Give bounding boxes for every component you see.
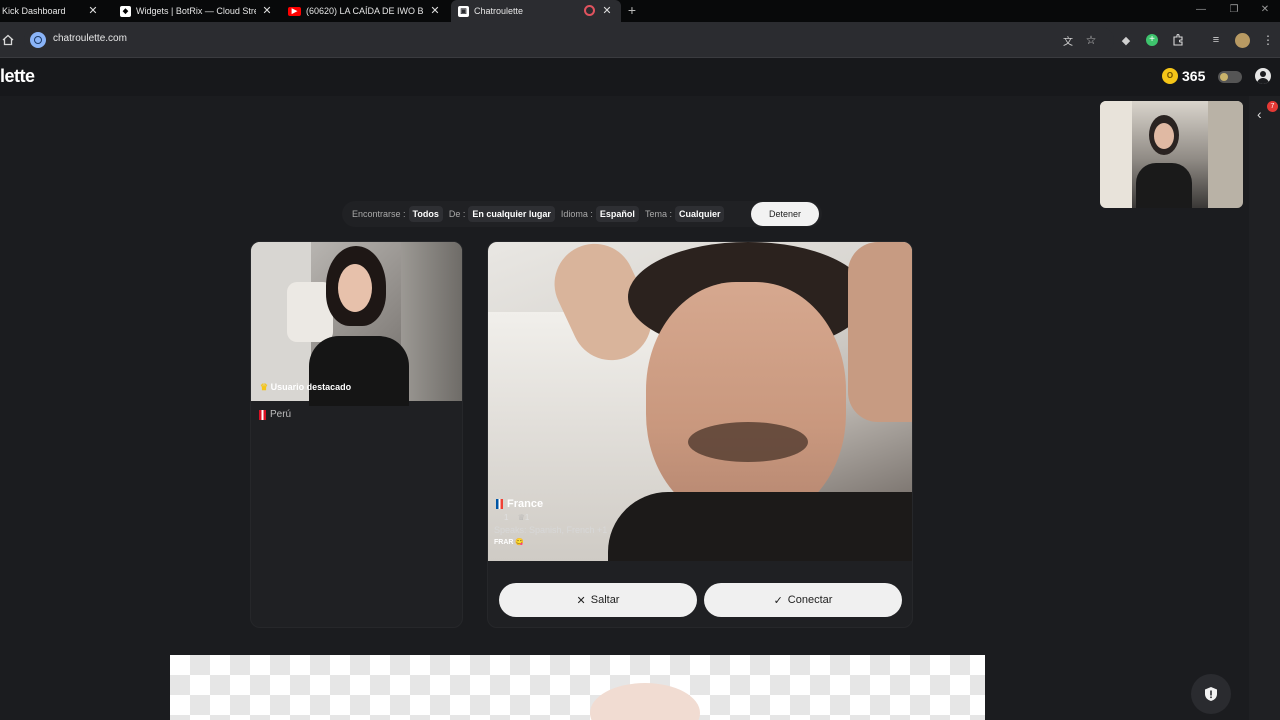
close-icon[interactable]: ✕ [260, 4, 274, 18]
profile-avatar-icon[interactable] [1232, 30, 1252, 50]
connect-button[interactable]: ✓ Conectar [704, 583, 902, 617]
skip-label: Saltar [590, 594, 620, 606]
chevron-left-icon[interactable]: ‹ [1257, 106, 1262, 122]
language-label: Idioma : [560, 209, 593, 219]
topic-label: Tema : [644, 209, 672, 219]
close-icon[interactable]: ✕ [86, 4, 100, 18]
language-filter[interactable]: Español [595, 206, 639, 222]
crown-icon: ♛ [260, 382, 269, 392]
notification-badge: 7 [1267, 101, 1278, 112]
coin-icon: O [1162, 68, 1178, 84]
restore-icon[interactable]: ❐ [1219, 0, 1249, 22]
browser-tab-strip: Kick Dashboard ✕ ◆ Widgets | BotRix — Cl… [0, 0, 1280, 22]
close-icon[interactable]: ✕ [428, 4, 442, 18]
chatroulette-icon: ▣ [458, 5, 469, 17]
tab-chatroulette[interactable]: ▣ Chatroulette ✕ [451, 0, 621, 22]
url-text: chatroulette.com [53, 33, 127, 44]
stop-button[interactable]: Detener [751, 202, 819, 226]
tab-label: Kick Dashboard [2, 6, 66, 16]
close-icon[interactable]: ✕ [600, 4, 614, 18]
peru-flag-icon [259, 409, 266, 420]
close-window-icon[interactable]: ✕ [1250, 0, 1280, 22]
site-header: lette O 365 [0, 58, 1280, 96]
match-filter-bar: Encontrarse : Todos De : En cualquier lu… [342, 201, 822, 227]
media-control-icon[interactable]: ≡ [1206, 30, 1226, 50]
tab-youtube[interactable]: ▶ (60620) LA CAÍDA DE IWO BEJA ✕ [282, 0, 446, 22]
country-text: Perú [270, 409, 292, 420]
match-languages: Speaks: Spanish, French +1 [494, 525, 608, 535]
home-icon[interactable] [0, 30, 18, 50]
featured-user-label: ♛ Usuario destacado [260, 382, 351, 393]
theme-toggle[interactable] [1218, 71, 1242, 83]
match-card: France 1 ♕1 Speaks: Spanish, French +1 F… [487, 241, 913, 628]
encounter-filter[interactable]: Todos [408, 206, 443, 222]
encounter-label: Encontrarse : [352, 209, 406, 219]
location-filter[interactable]: En cualquier lugar [468, 206, 555, 222]
preview-image [590, 683, 700, 720]
browser-toolbar: chatroulette.com 文 ☆ ◆ + ≡ ⋮ [0, 22, 1280, 58]
self-camera-preview [1100, 101, 1243, 208]
emoji-icon: 😋 [515, 539, 525, 546]
shield-icon [1205, 687, 1217, 701]
match-stats: 1 ♕1 [504, 513, 607, 522]
site-info-icon[interactable] [30, 32, 46, 48]
star-icon[interactable]: ☆ [1081, 30, 1101, 50]
extensions-puzzle-icon[interactable] [1168, 30, 1188, 50]
tab-label: Widgets | BotRix — Cloud Strea [136, 6, 256, 16]
site-logo[interactable]: lette [0, 66, 35, 87]
right-sidebar-rail [1249, 96, 1280, 720]
translate-icon[interactable]: 文 [1058, 30, 1078, 50]
badge-count: 1 [524, 513, 530, 522]
extension-diamond-icon[interactable]: ◆ [1116, 30, 1136, 50]
next-profile-preview [170, 655, 985, 720]
extension-green-icon[interactable]: + [1142, 30, 1162, 50]
skip-button[interactable]: ✕ Saltar [499, 583, 697, 617]
tab-botrix[interactable]: ◆ Widgets | BotRix — Cloud Strea ✕ [112, 0, 280, 22]
featured-user-text: Usuario destacado [270, 382, 352, 392]
match-tag: FRAR 😋 [494, 538, 607, 546]
from-label: De : [448, 209, 466, 219]
check-icon: ✓ [773, 594, 783, 607]
coin-count: 365 [1182, 68, 1206, 84]
badge-icon: ♕ [517, 513, 525, 522]
tab-kick-dashboard[interactable]: Kick Dashboard ✕ [0, 0, 108, 22]
tab-label: (60620) LA CAÍDA DE IWO BEJA [306, 6, 424, 16]
address-bar[interactable]: chatroulette.com [24, 27, 1114, 53]
coin-balance[interactable]: O 365 [1162, 68, 1205, 84]
topic-filter[interactable]: Cualquier [674, 206, 725, 222]
country-text: France [507, 498, 544, 510]
botrix-icon: ◆ [120, 5, 131, 17]
likes-count: 1 [504, 513, 509, 522]
minimize-icon[interactable]: — [1186, 0, 1216, 22]
featured-user-card[interactable]: ♛ Usuario destacado Perú [250, 241, 463, 628]
browser-menu-icon[interactable]: ⋮ [1258, 30, 1278, 50]
youtube-icon: ▶ [288, 6, 301, 16]
recording-icon [584, 5, 595, 16]
match-country: France [496, 498, 607, 510]
featured-user-country: Perú [259, 409, 291, 420]
featured-user-photo [251, 242, 462, 406]
close-icon: ✕ [576, 594, 586, 607]
france-flag-icon [496, 499, 503, 509]
tag-text: FRAR [494, 539, 514, 546]
match-user-info: France 1 ♕1 Speaks: Spanish, French +1 F… [494, 498, 607, 546]
tab-label: Chatroulette [474, 6, 524, 16]
new-tab-icon[interactable]: + [624, 2, 640, 18]
user-account-icon[interactable] [1255, 68, 1271, 84]
safety-shield-button[interactable] [1191, 674, 1231, 714]
connect-label: Conectar [787, 594, 833, 606]
